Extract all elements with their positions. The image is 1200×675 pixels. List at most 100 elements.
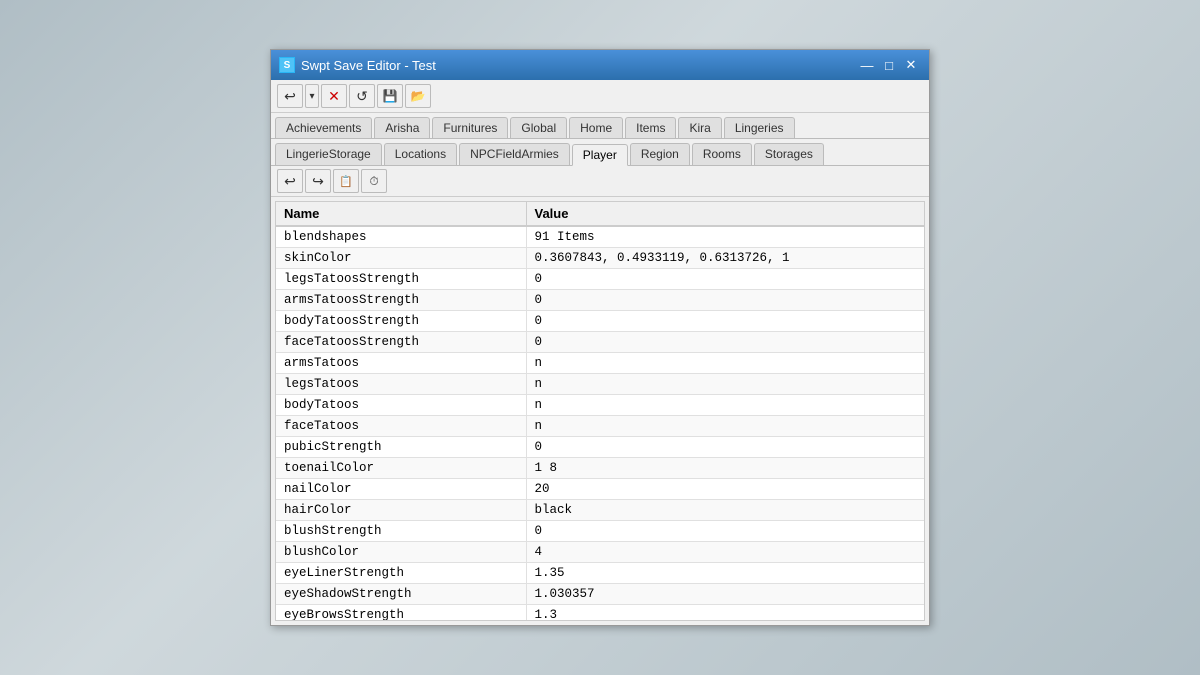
tab-region[interactable]: Region — [630, 143, 690, 165]
open-button[interactable]: ↩ — [277, 84, 303, 108]
cell-value: 0.3607843, 0.4933119, 0.6313726, 1 — [526, 248, 924, 269]
cell-name: faceTatoos — [276, 416, 526, 437]
tab-kira[interactable]: Kira — [678, 117, 721, 138]
table-row[interactable]: hairColorblack — [276, 500, 924, 521]
cell-value: n — [526, 374, 924, 395]
table-row[interactable]: nailColor20 — [276, 479, 924, 500]
cell-name: eyeBrowsStrength — [276, 605, 526, 622]
table-row[interactable]: pubicStrength0 — [276, 437, 924, 458]
table-row[interactable]: eyeBrowsStrength1.3 — [276, 605, 924, 622]
tab-items[interactable]: Items — [625, 117, 676, 138]
cell-value: 0 — [526, 311, 924, 332]
save-button[interactable]: 💾 — [377, 84, 403, 108]
reload-button[interactable]: ↺ — [349, 84, 375, 108]
cell-value: 0 — [526, 290, 924, 311]
cell-name: legsTatoos — [276, 374, 526, 395]
table-row[interactable]: skinColor0.3607843, 0.4933119, 0.6313726… — [276, 248, 924, 269]
table-row[interactable]: armsTatoosStrength0 — [276, 290, 924, 311]
cell-name: eyeShadowStrength — [276, 584, 526, 605]
cell-name: armsTatoosStrength — [276, 290, 526, 311]
cell-name: blushStrength — [276, 521, 526, 542]
table-row[interactable]: armsTatoosn — [276, 353, 924, 374]
tab-arisha[interactable]: Arisha — [374, 117, 430, 138]
table-row[interactable]: legsTatoosStrength0 — [276, 269, 924, 290]
tab-player[interactable]: Player — [572, 144, 628, 166]
tab-lingeries[interactable]: Lingeries — [724, 117, 795, 138]
table-row[interactable]: blushColor4 — [276, 542, 924, 563]
cell-value: 4 — [526, 542, 924, 563]
close-button[interactable]: ✕ — [901, 56, 921, 74]
close-file-button[interactable]: ✕ — [321, 84, 347, 108]
tab-storages[interactable]: Storages — [754, 143, 824, 165]
main-toolbar: ↩ ▾ ✕ ↺ 💾 📂 — [271, 80, 929, 113]
tab-npcfieldarmies[interactable]: NPCFieldArmies — [459, 143, 570, 165]
tab-achievements[interactable]: Achievements — [275, 117, 372, 138]
title-bar-left: S Swpt Save Editor - Test — [279, 57, 436, 73]
table-row[interactable]: eyeShadowStrength1.030357 — [276, 584, 924, 605]
main-window: S Swpt Save Editor - Test — □ ✕ ↩ ▾ ✕ ↺ … — [270, 49, 930, 626]
tab-lingeriestorage[interactable]: LingerieStorage — [275, 143, 382, 165]
cell-value: 0 — [526, 332, 924, 353]
cell-value: black — [526, 500, 924, 521]
cell-value: 0 — [526, 269, 924, 290]
header-name: Name — [276, 202, 526, 226]
cell-value: n — [526, 353, 924, 374]
tab-rooms[interactable]: Rooms — [692, 143, 752, 165]
tab-home[interactable]: Home — [569, 117, 623, 138]
open-dropdown-button[interactable]: ▾ — [305, 84, 319, 108]
copy-button[interactable]: 📋 — [333, 169, 359, 193]
cell-name: bodyTatoosStrength — [276, 311, 526, 332]
cell-value: 1 8 — [526, 458, 924, 479]
table-row[interactable]: blendshapes91 Items — [276, 226, 924, 248]
cell-value: 0 — [526, 521, 924, 542]
tab-furnitures[interactable]: Furnitures — [432, 117, 508, 138]
cell-name: eyeLinerStrength — [276, 563, 526, 584]
table-row[interactable]: eyeLinerStrength1.35 — [276, 563, 924, 584]
cell-name: pubicStrength — [276, 437, 526, 458]
table-body: blendshapes91 ItemsskinColor0.3607843, 0… — [276, 226, 924, 621]
cell-name: hairColor — [276, 500, 526, 521]
table-row[interactable]: legsTatoosn — [276, 374, 924, 395]
cell-name: toenailColor — [276, 458, 526, 479]
cell-name: faceTatoosStrength — [276, 332, 526, 353]
folder-open-button[interactable]: 📂 — [405, 84, 431, 108]
cell-name: legsTatoosStrength — [276, 269, 526, 290]
table-row[interactable]: bodyTatoosStrength0 — [276, 311, 924, 332]
header-value: Value — [526, 202, 924, 226]
cell-name: blendshapes — [276, 226, 526, 248]
cell-value: 20 — [526, 479, 924, 500]
timer-button[interactable]: ⏱ — [361, 169, 387, 193]
cell-value: 1.35 — [526, 563, 924, 584]
tab-global[interactable]: Global — [510, 117, 567, 138]
cell-value: 0 — [526, 437, 924, 458]
data-table: Name Value blendshapes91 ItemsskinColor0… — [276, 202, 924, 621]
tabs-row-2: LingerieStorage Locations NPCFieldArmies… — [271, 139, 929, 166]
table-header-row: Name Value — [276, 202, 924, 226]
table-row[interactable]: faceTatoosn — [276, 416, 924, 437]
title-controls: — □ ✕ — [857, 56, 921, 74]
app-icon: S — [279, 57, 295, 73]
cell-name: blushColor — [276, 542, 526, 563]
maximize-button[interactable]: □ — [879, 56, 899, 74]
cell-name: bodyTatoos — [276, 395, 526, 416]
cell-value: 1.030357 — [526, 584, 924, 605]
cell-value: 91 Items — [526, 226, 924, 248]
cell-name: nailColor — [276, 479, 526, 500]
sub-toolbar: ↩ ↪ 📋 ⏱ — [271, 166, 929, 197]
table-row[interactable]: bodyTatoosn — [276, 395, 924, 416]
cell-name: skinColor — [276, 248, 526, 269]
cell-value: n — [526, 395, 924, 416]
table-row[interactable]: faceTatoosStrength0 — [276, 332, 924, 353]
tab-locations[interactable]: Locations — [384, 143, 457, 165]
data-table-container: Name Value blendshapes91 ItemsskinColor0… — [275, 201, 925, 621]
redo-button[interactable]: ↪ — [305, 169, 331, 193]
cell-value: n — [526, 416, 924, 437]
undo-button[interactable]: ↩ — [277, 169, 303, 193]
window-title: Swpt Save Editor - Test — [301, 58, 436, 73]
table-row[interactable]: toenailColor1 8 — [276, 458, 924, 479]
minimize-button[interactable]: — — [857, 56, 877, 74]
table-row[interactable]: blushStrength0 — [276, 521, 924, 542]
cell-value: 1.3 — [526, 605, 924, 622]
title-bar: S Swpt Save Editor - Test — □ ✕ — [271, 50, 929, 80]
tabs-row-1: Achievements Arisha Furnitures Global Ho… — [271, 113, 929, 139]
